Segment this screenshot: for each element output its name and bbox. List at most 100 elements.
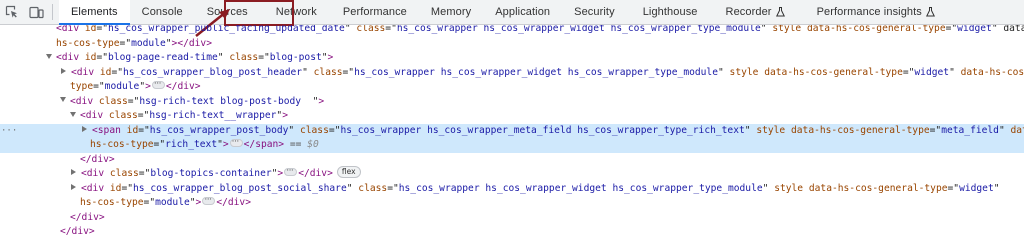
tab-security[interactable]: Security	[562, 0, 627, 24]
tab-elements[interactable]: Elements	[59, 0, 130, 25]
expand-triangle-icon[interactable]	[61, 67, 66, 74]
closing-tag: </div>	[80, 153, 115, 165]
attr-value: hs_cos_wrapper_blog_post_header	[123, 66, 303, 78]
tree-row-continued[interactable]: type="module"></div>	[0, 77, 1024, 95]
row-options-icon[interactable]: ···	[1, 124, 17, 139]
ellipsis-icon[interactable]	[284, 164, 298, 179]
tab-label: Recorder	[725, 6, 772, 18]
tab-console[interactable]: Console	[130, 0, 195, 24]
collapse-triangle-icon[interactable]	[46, 53, 52, 59]
tree-row[interactable]: <div id="blog-page-read-time" class="blo…	[0, 51, 1024, 66]
ellipsis-icon[interactable]	[202, 193, 216, 208]
attr-name: class	[356, 25, 386, 34]
attr-value: hs_cos_wrapper_blog_post_social_share	[133, 182, 347, 194]
tab-recorder[interactable]: Recorder	[714, 0, 797, 24]
attr-name: data-hs-cos-general-type	[808, 182, 948, 194]
attr-value: widget	[957, 25, 992, 34]
attr-name: hs-cos-type	[90, 139, 154, 150]
attr-name: data-hs-cos-	[960, 66, 1024, 78]
tab-network[interactable]: Network	[260, 0, 331, 24]
attr-name: class	[109, 168, 139, 179]
tree-row[interactable]: <div id="hs_cos_wrapper_blog_post_social…	[0, 182, 1024, 197]
device-toolbar-icon[interactable]	[24, 0, 48, 24]
ellipsis-icon[interactable]	[229, 135, 243, 150]
attr-value: hs_cos_wrapper_public_facing_updated_dat…	[108, 25, 345, 34]
tree-row[interactable]: <div class="hsg-rich-text__wrapper">	[0, 109, 1024, 124]
tree-row-continued[interactable]: hs-cos-type="module"></div>	[0, 193, 1024, 211]
tab-lighthouse[interactable]: Lighthouse	[627, 0, 714, 24]
tab-label: Elements	[71, 6, 118, 18]
devtools-toolbar: Elements Console Sources Network Perform…	[0, 0, 1024, 25]
tab-memory[interactable]: Memory	[419, 0, 483, 24]
tree-row[interactable]: </div>	[0, 211, 1024, 226]
attr-name: id	[84, 52, 97, 63]
attr-value: blog-topics-container	[150, 168, 272, 179]
attr-name: data-hs-cos-general-type	[791, 124, 930, 136]
tree-row[interactable]: <div id="hs_cos_wrapper_public_facing_up…	[0, 25, 1024, 37]
tab-label: Performance insights	[816, 6, 922, 18]
tab-sources[interactable]: Sources	[195, 0, 260, 24]
tree-row-selected-continued[interactable]: hs-cos-type="rich_text"></span> == $0	[0, 135, 1024, 153]
attr-name: style	[729, 66, 759, 78]
toolbar-separator	[52, 4, 53, 20]
tab-label: Console	[141, 6, 183, 18]
attr-name: class	[358, 182, 388, 194]
experiment-flask-icon	[925, 7, 935, 17]
ellipsis-icon[interactable]	[151, 77, 165, 92]
tree-row[interactable]: </div>	[0, 225, 1024, 240]
attr-value: hs_cos_wrapper hs_cos_wrapper_widget hs_…	[354, 66, 718, 78]
tag-name: <div	[81, 168, 105, 179]
closing-tag: </div>	[216, 197, 251, 208]
closing-tag: </div>	[298, 168, 333, 179]
attr-value: module	[155, 197, 190, 208]
attr-name: style	[774, 182, 804, 194]
attr-value: hsg-rich-text__wrapper	[149, 110, 277, 121]
dom-tree[interactable]: <div id="hs_cos_wrapper_public_facing_up…	[0, 25, 1024, 245]
expand-triangle-icon[interactable]	[82, 125, 87, 132]
tab-performance[interactable]: Performance	[331, 0, 419, 24]
tree-row[interactable]: <div class="blog-topics-container"></div…	[0, 164, 1024, 182]
collapse-triangle-icon[interactable]	[60, 97, 66, 102]
attr-value: hsg-rich-text blog-post-body	[139, 95, 313, 107]
tree-row-continued[interactable]: hs-cos-type="module"></div>	[0, 37, 1024, 52]
attr-value: rich_text	[165, 139, 218, 150]
attr-name: class	[313, 66, 343, 78]
experiment-flask-icon	[775, 7, 785, 17]
tab-label: Sources	[206, 6, 248, 18]
attr-name: data-hs-cos-general-type	[764, 66, 903, 78]
attr-name: class	[299, 124, 329, 136]
tab-performance-insights[interactable]: Performance insights	[797, 0, 947, 24]
attr-value: module	[104, 81, 140, 92]
attr-name: data-	[1010, 124, 1024, 136]
attr-name: class	[98, 95, 128, 107]
attr-name: data-hs-cos-general-type	[806, 25, 946, 34]
flex-badge[interactable]: flex	[336, 166, 361, 178]
attr-name: id	[109, 182, 122, 194]
attr-name: class	[229, 52, 259, 63]
tree-row[interactable]: </div>	[0, 153, 1024, 168]
tag-name: <div	[56, 25, 80, 34]
selected-marker: ==	[289, 139, 308, 150]
tab-label: Security	[574, 6, 615, 18]
inspect-element-icon[interactable]	[0, 0, 24, 24]
collapse-triangle-icon[interactable]	[70, 111, 76, 117]
attr-name: id	[84, 25, 97, 34]
tree-row-selected[interactable]: ··· <span id="hs_cos_wrapper_post_body" c…	[0, 123, 1024, 139]
tag-name: <div	[70, 95, 94, 107]
expand-triangle-icon[interactable]	[71, 183, 76, 190]
tag-name: <div	[56, 52, 80, 63]
tree-row[interactable]: <div class="hsg-rich-text blog-post-body…	[0, 95, 1024, 110]
tag-name: <div	[81, 182, 105, 194]
attr-value: meta_field	[941, 124, 999, 136]
closing-tag: </div>	[165, 81, 201, 92]
attr-name: id	[99, 66, 112, 78]
attr-name: id	[126, 124, 139, 136]
expand-triangle-icon[interactable]	[71, 169, 76, 175]
attr-value: blog-post	[269, 52, 322, 63]
attr-name: class	[108, 110, 138, 121]
attr-name: style	[756, 124, 786, 136]
attr-value: hs_cos_wrapper_post_body	[149, 124, 289, 136]
attr-name: hs-cos-type	[80, 197, 144, 208]
tab-application[interactable]: Application	[483, 0, 562, 24]
attr-name: hs-cos-type	[56, 37, 120, 49]
